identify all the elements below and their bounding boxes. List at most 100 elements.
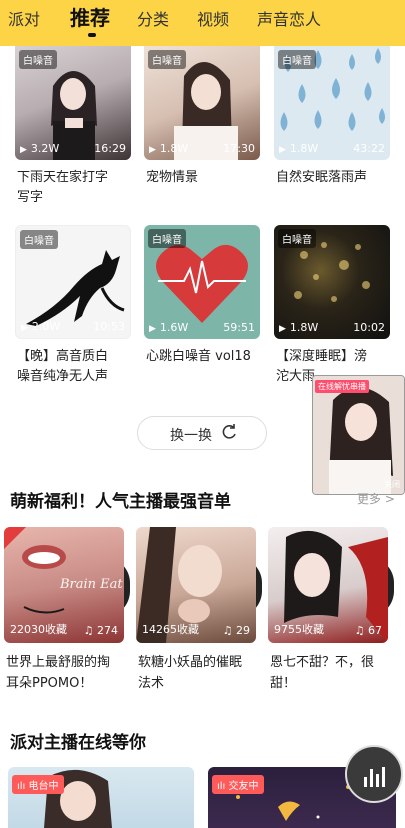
refresh-button[interactable]: 换一换 [137, 416, 267, 450]
play-icon: ▶ [279, 145, 286, 155]
video-plays: ▶ 2.0W [21, 320, 60, 333]
video-thumbnail[interactable]: 白噪音 ▶ 1.8W 10:02 [274, 225, 390, 339]
audio-bars-icon: ılı [17, 781, 29, 792]
playlist-favorites: 9755收藏 [274, 623, 324, 636]
section-title-party: 派对主播在线等你 [10, 733, 146, 753]
track-count-value: 274 [97, 624, 118, 637]
video-duration: 10:02 [353, 321, 385, 334]
playlist-card[interactable]: 9755收藏 ♫ 67 [268, 527, 394, 643]
video-title[interactable]: 【晚】高音质白 噪音纯净无人声 [17, 347, 133, 387]
play-icon: ▶ [279, 324, 286, 334]
track-count-value: 67 [368, 624, 382, 637]
playlist-cover[interactable]: 9755收藏 ♫ 67 [268, 527, 388, 643]
playlist-track-count: ♫ 29 [223, 624, 250, 637]
video-thumbnail[interactable]: 白噪音 ▶ 1.6W 59:51 [144, 225, 260, 339]
playlist-favorites: 14265收藏 [142, 623, 199, 636]
video-tag: 白噪音 [19, 50, 57, 69]
video-title-line1: 下雨天在家打字 [17, 170, 109, 185]
playlist-cover[interactable]: 14265收藏 ♫ 29 [136, 527, 256, 643]
video-play-count: 3.2W [30, 142, 60, 155]
video-thumbnail[interactable]: 白噪音 ▶ 1.8W 43:22 [274, 46, 390, 160]
tab-recommend[interactable]: 推荐 [70, 2, 110, 31]
playlist-title[interactable]: 软糖小妖晶的催眠 法术 [138, 652, 266, 694]
video-tag: 白噪音 [20, 230, 58, 249]
live-label: 在线解忧串播 [315, 380, 369, 393]
now-playing-button[interactable] [345, 745, 403, 803]
video-title-line2: 写字 [17, 190, 44, 205]
play-icon: ▶ [21, 323, 28, 333]
playlist-title-line1: 恩七不甜？不，很 [270, 655, 375, 670]
video-tag: 白噪音 [278, 50, 316, 69]
playlist-cover[interactable]: Brain Eat 22030收藏 ♫ 274 [4, 527, 124, 643]
refresh-label: 换一换 [170, 428, 212, 444]
party-status-badge: ılı 电台中 [12, 775, 64, 794]
live-streamer-portrait [313, 376, 404, 494]
video-plays: ▶ 1.6W [149, 321, 188, 334]
video-title-line1: 【深度睡眠】滂 [276, 349, 368, 364]
video-title-line1: 【晚】高音质白 [17, 349, 109, 364]
video-title-line1: 自然安眠落雨声 [276, 170, 368, 185]
tab-video[interactable]: 视频 [197, 6, 229, 30]
playlist-title[interactable]: 世界上最舒服的掏 耳朵PPOMO！ [6, 652, 134, 694]
play-icon: ▶ [149, 145, 156, 155]
playlist-title-line2: 法术 [138, 676, 165, 691]
video-play-count: 1.6W [159, 321, 189, 334]
music-note-icon: ♫ [83, 624, 97, 637]
track-count-value: 29 [236, 624, 250, 637]
playlist-title-line1: 世界上最舒服的掏 [6, 655, 111, 670]
party-status-badge: ılı 交友中 [212, 775, 264, 794]
video-title-line1: 心跳白噪音 vol18 [146, 349, 251, 364]
video-title[interactable]: 宠物情景 [146, 168, 262, 188]
floating-live-window[interactable]: 在线解忧串播 关闭 [312, 375, 405, 495]
playlist-favorites: 22030收藏 [10, 623, 67, 636]
video-plays: ▶ 1.8W [279, 321, 318, 334]
video-thumbnail[interactable]: 白噪音 ▶ 1.8W 17:30 [144, 46, 260, 160]
video-title[interactable]: 自然安眠落雨声 [276, 168, 392, 188]
section-title-playlists: 萌新福利！人气主播最强音单 [10, 492, 231, 512]
video-play-count: 1.8W [289, 142, 319, 155]
party-status-text: 电台中 [28, 781, 59, 792]
video-plays: ▶ 1.8W [149, 142, 188, 155]
video-duration: 10:53 [93, 320, 125, 333]
equalizer-icon [364, 767, 388, 787]
video-plays: ▶ 3.2W [20, 142, 59, 155]
music-note-icon: ♫ [222, 624, 236, 637]
video-tag: 白噪音 [278, 229, 316, 248]
video-play-count: 2.0W [31, 320, 61, 333]
top-nav: 派对 推荐 分类 视频 声音恋人 [0, 0, 405, 46]
playlist-title-line2: 耳朵PPOMO！ [6, 676, 93, 691]
video-tag: 白噪音 [148, 229, 186, 248]
playlist-card[interactable]: Brain Eat 22030收藏 ♫ 274 [4, 527, 130, 643]
tab-voice-lover[interactable]: 声音恋人 [257, 6, 321, 30]
video-title-line1: 宠物情景 [146, 170, 199, 185]
playlist-title-line1: 软糖小妖晶的催眠 [138, 655, 243, 670]
music-note-icon: ♫ [354, 624, 368, 637]
close-float-button[interactable]: 关闭 [384, 479, 400, 490]
video-tag: 白噪音 [148, 50, 186, 69]
tab-party[interactable]: 派对 [8, 6, 40, 30]
audio-bars-icon: ılı [217, 781, 229, 792]
active-tab-indicator [88, 33, 96, 37]
playlist-track-count: ♫ 274 [84, 624, 118, 637]
video-duration: 59:51 [223, 321, 255, 334]
video-plays: ▶ 1.8W [279, 142, 318, 155]
video-thumbnail[interactable]: 白噪音 ▶ 3.2W 16:29 [15, 46, 131, 160]
video-title-line2: 沱大雨 [276, 369, 316, 384]
playlist-title-line2: 甜！ [270, 676, 297, 691]
video-title[interactable]: 下雨天在家打字 写字 [17, 168, 133, 208]
video-title-line2: 噪音纯净无人声 [17, 369, 109, 384]
party-room-card[interactable]: ılı 电台中 [8, 767, 194, 828]
video-thumbnail[interactable]: 白噪音 ▶ 2.0W 10:53 [15, 225, 131, 339]
party-status-text: 交友中 [228, 781, 259, 792]
play-icon: ▶ [20, 145, 27, 155]
tab-category[interactable]: 分类 [137, 6, 169, 30]
cover-overlay-text: Brain Eat [60, 577, 123, 592]
video-play-count: 1.8W [289, 321, 319, 334]
playlist-title[interactable]: 恩七不甜？不，很 甜！ [270, 652, 398, 694]
video-duration: 16:29 [94, 142, 126, 155]
playlist-card[interactable]: 14265收藏 ♫ 29 [136, 527, 262, 643]
video-duration: 43:22 [353, 142, 385, 155]
more-link[interactable]: 更多 > [357, 490, 395, 507]
video-title[interactable]: 心跳白噪音 vol18 [146, 347, 262, 367]
video-duration: 17:30 [223, 142, 255, 155]
